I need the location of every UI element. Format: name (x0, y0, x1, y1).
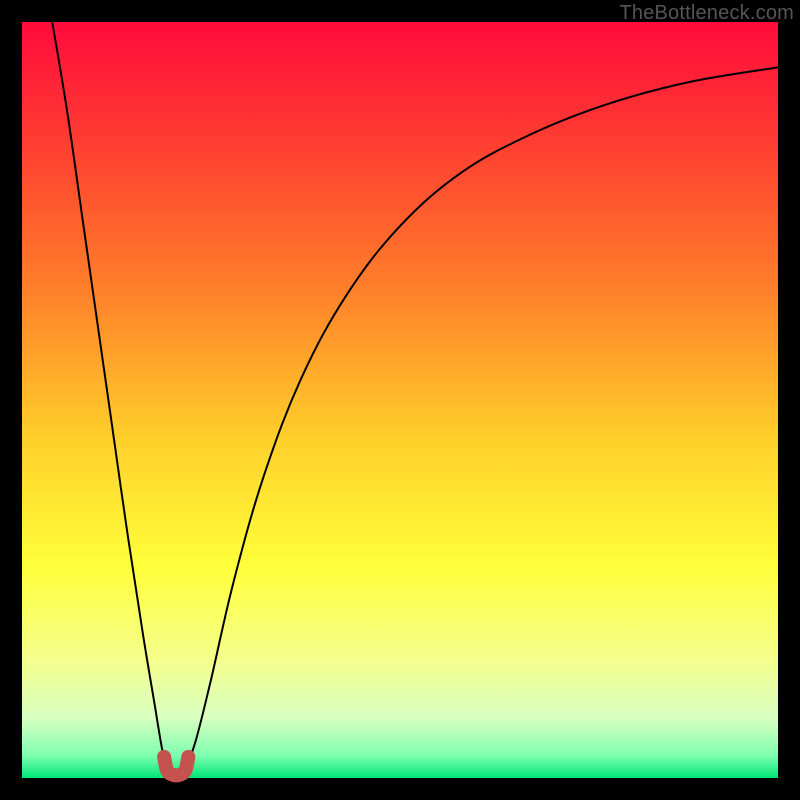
chart-svg (22, 22, 778, 778)
watermark-text: TheBottleneck.com (619, 2, 794, 25)
chart-frame: TheBottleneck.com (0, 0, 800, 800)
gradient-rect (22, 22, 778, 778)
